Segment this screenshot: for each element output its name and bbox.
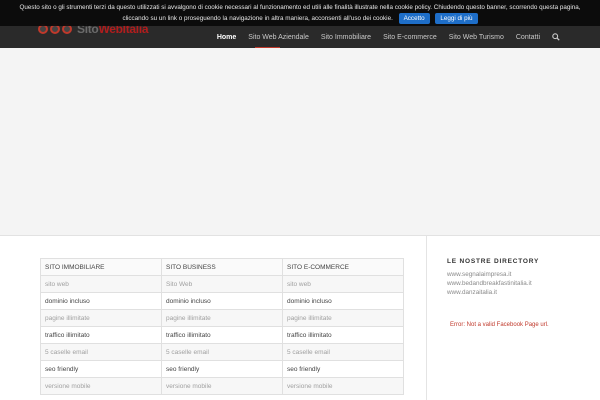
directory-link[interactable]: www.danzaitalia.it <box>447 288 587 297</box>
table-cell: seo friendly <box>282 360 404 378</box>
pricing-table: SITO IMMOBILIARE SITO BUSINESS SITO E-CO… <box>40 258 404 395</box>
sidebar-directories: LE NOSTRE DIRECTORY www.segnalaimpresa.i… <box>447 258 587 297</box>
table-cell: dominio incluso <box>40 292 162 310</box>
table-cell: traffico illimitato <box>282 326 404 344</box>
table-cell: 5 caselle email <box>40 343 162 361</box>
table-cell: seo friendly <box>161 360 283 378</box>
cookie-more-button[interactable]: Leggi di più <box>435 13 478 24</box>
cookie-accept-button[interactable]: Accetto <box>398 13 430 24</box>
facebook-widget-error: Error: Not a valid Facebook Page url. <box>450 322 549 328</box>
column-header: SITO IMMOBILIARE <box>40 258 162 276</box>
table-cell: traffico illimitato <box>161 326 283 344</box>
table-cell: dominio incluso <box>161 292 283 310</box>
table-row: traffico illimitato traffico illimitato … <box>40 326 404 344</box>
table-header-row: SITO IMMOBILIARE SITO BUSINESS SITO E-CO… <box>40 258 404 276</box>
table-cell: traffico illimitato <box>40 326 162 344</box>
nav-item-sito-web-turismo[interactable]: Sito Web Turismo <box>443 30 510 46</box>
sidebar-title: LE NOSTRE DIRECTORY <box>447 258 540 265</box>
nav-item-sito-e-commerce[interactable]: Sito E-commerce <box>377 30 443 46</box>
table-cell: 5 caselle email <box>282 343 404 361</box>
nav-item-sito-web-aziendale[interactable]: Sito Web Aziendale <box>242 30 315 46</box>
table-cell: seo friendly <box>40 360 162 378</box>
table-cell: Sito Web <box>161 275 283 293</box>
directory-link[interactable]: www.segnalaimpresa.it <box>447 270 587 279</box>
table-cell: dominio incluso <box>282 292 404 310</box>
pricing-table-section: SITO IMMOBILIARE SITO BUSINESS SITO E-CO… <box>40 258 404 395</box>
table-cell: versione mobile <box>40 377 162 395</box>
table-cell: versione mobile <box>161 377 283 395</box>
cookie-banner: Questo sito o gli strumenti terzi da que… <box>0 0 600 26</box>
column-header: SITO E-COMMERCE <box>282 258 404 276</box>
column-header: SITO BUSINESS <box>161 258 283 276</box>
search-icon[interactable] <box>546 30 566 46</box>
nav-item-home[interactable]: Home <box>211 30 242 46</box>
table-row: pagine illimitate pagine illimitate pagi… <box>40 309 404 327</box>
table-cell: sito web <box>40 275 162 293</box>
table-cell: pagine illimitate <box>40 309 162 327</box>
main-nav: Home Sito Web Aziendale Sito Immobiliare… <box>211 30 566 46</box>
table-cell: sito web <box>282 275 404 293</box>
table-row: versione mobile versione mobile versione… <box>40 377 404 395</box>
table-cell: 5 caselle email <box>161 343 283 361</box>
table-row: dominio incluso dominio incluso dominio … <box>40 292 404 310</box>
table-row: seo friendly seo friendly seo friendly <box>40 360 404 378</box>
hero-slider <box>0 48 600 236</box>
table-row: sito web Sito Web sito web <box>40 275 404 293</box>
cookie-banner-text: Questo sito o gli strumenti terzi da que… <box>19 4 581 24</box>
nav-item-sito-immobiliare[interactable]: Sito Immobiliare <box>315 30 377 46</box>
table-cell: pagine illimitate <box>161 309 283 327</box>
table-cell: versione mobile <box>282 377 404 395</box>
table-cell: pagine illimitate <box>282 309 404 327</box>
directory-link[interactable]: www.bedandbreakfastinitalia.it <box>447 279 587 288</box>
table-row: 5 caselle email 5 caselle email 5 casell… <box>40 343 404 361</box>
nav-item-contatti[interactable]: Contatti <box>510 30 546 46</box>
sidebar-divider <box>426 236 427 400</box>
